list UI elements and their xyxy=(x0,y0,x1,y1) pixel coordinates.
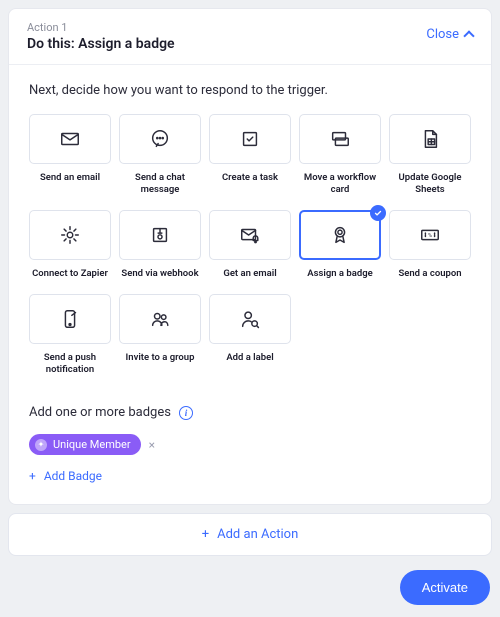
option-send-webhook[interactable]: Send via webhook xyxy=(119,210,201,280)
checkbox-icon xyxy=(239,128,261,150)
selected-badges: ✦ Unique Member × xyxy=(29,434,471,455)
card-move-icon xyxy=(329,128,351,150)
add-badge-label: Add Badge xyxy=(44,469,102,483)
response-prompt: Next, decide how you want to respond to … xyxy=(29,83,471,98)
activate-label: Activate xyxy=(422,580,468,595)
add-badge-button[interactable]: + Add Badge xyxy=(29,469,102,483)
sheet-icon xyxy=(419,128,441,150)
option-label: Send via webhook xyxy=(121,268,198,280)
coupon-icon: % xyxy=(419,224,441,246)
svg-text:%: % xyxy=(428,233,432,239)
badge-chip-label: Unique Member xyxy=(53,438,131,451)
option-label: Send an email xyxy=(40,172,100,184)
option-label: Assign a badge xyxy=(307,268,372,280)
plus-icon: + xyxy=(202,527,209,542)
action-title: Do this: Assign a badge xyxy=(27,36,175,52)
gear-icon xyxy=(59,224,81,246)
remove-badge-button[interactable]: × xyxy=(149,438,155,452)
chat-icon xyxy=(149,128,171,150)
plus-icon: + xyxy=(29,469,36,483)
option-label: Move a workflow card xyxy=(299,172,381,196)
check-badge-icon xyxy=(370,205,386,221)
option-create-task[interactable]: Create a task xyxy=(209,114,291,196)
person-tag-icon xyxy=(239,308,261,330)
option-get-email[interactable]: Get an email xyxy=(209,210,291,280)
option-send-coupon[interactable]: % Send a coupon xyxy=(389,210,471,280)
option-move-workflow[interactable]: Move a workflow card xyxy=(299,114,381,196)
option-label: Send a chat message xyxy=(119,172,201,196)
activate-button[interactable]: Activate xyxy=(400,570,490,605)
option-send-chat[interactable]: Send a chat message xyxy=(119,114,201,196)
action-card-body: Next, decide how you want to respond to … xyxy=(9,65,491,504)
close-label: Close xyxy=(426,27,459,42)
add-action-label: Add an Action xyxy=(217,527,298,542)
badge-chip[interactable]: ✦ Unique Member xyxy=(29,434,141,455)
option-update-sheets[interactable]: Update Google Sheets xyxy=(389,114,471,196)
close-toggle[interactable]: Close xyxy=(426,21,473,42)
action-options-grid: Send an email Send a chat message Create… xyxy=(29,114,471,375)
action-number: Action 1 xyxy=(27,21,175,34)
option-connect-zapier[interactable]: Connect to Zapier xyxy=(29,210,111,280)
badges-heading: Add one or more badges xyxy=(29,405,171,420)
option-label: Send a coupon xyxy=(398,268,461,280)
option-label: Connect to Zapier xyxy=(32,268,108,280)
option-invite-group[interactable]: Invite to a group xyxy=(119,294,201,376)
mail-bell-icon xyxy=(239,224,261,246)
option-label: Update Google Sheets xyxy=(389,172,471,196)
add-action-button[interactable]: + Add an Action xyxy=(8,513,492,556)
badges-heading-row: Add one or more badges i xyxy=(29,405,471,420)
option-label: Create a task xyxy=(222,172,278,184)
mail-icon xyxy=(59,128,81,150)
option-add-label[interactable]: Add a label xyxy=(209,294,291,376)
action-card-header: Action 1 Do this: Assign a badge Close xyxy=(9,9,491,65)
activate-row: Activate xyxy=(0,564,500,605)
phone-push-icon xyxy=(59,308,81,330)
webhook-icon xyxy=(149,224,171,246)
chevron-up-icon xyxy=(463,30,474,41)
option-send-email[interactable]: Send an email xyxy=(29,114,111,196)
option-label: Add a label xyxy=(226,352,273,364)
badge-dot-icon: ✦ xyxy=(35,439,47,451)
option-send-push[interactable]: Send a push notification xyxy=(29,294,111,376)
action-card: Action 1 Do this: Assign a badge Close N… xyxy=(8,8,492,505)
group-icon xyxy=(149,308,171,330)
option-label: Invite to a group xyxy=(126,352,195,364)
info-icon[interactable]: i xyxy=(179,406,193,420)
option-label: Send a push notification xyxy=(29,352,111,376)
option-label: Get an email xyxy=(223,268,276,280)
badge-icon xyxy=(329,224,351,246)
option-assign-badge[interactable]: Assign a badge xyxy=(299,210,381,280)
